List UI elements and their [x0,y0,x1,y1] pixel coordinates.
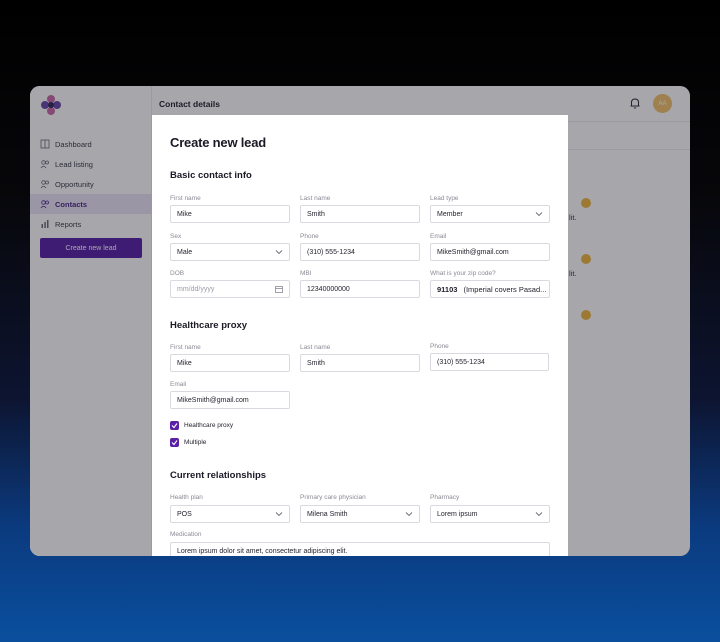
chevron-down-icon [275,512,283,517]
field-value: Mike [177,210,192,218]
check-icon [171,423,178,429]
last-name-label: Last name [300,195,331,202]
field-value: Mike [177,359,192,367]
proxy-first-name-input[interactable]: Mike [170,354,290,372]
field-value: (310) 555-1234 [437,358,485,366]
chevron-down-icon [405,512,413,517]
zip-input[interactable]: 91103 (Imperial covers Pasad... [430,280,550,298]
email-label: Email [430,233,447,240]
zip-note: (Imperial covers Pasad... [463,284,547,294]
checkbox-checked[interactable] [170,421,179,430]
field-value: MikeSmith@gmail.com [437,248,509,256]
checkbox-label: Healthcare proxy [184,422,234,429]
chevron-down-icon [535,212,543,217]
proxy-email-input[interactable]: MikeSmith@gmail.com [170,391,290,409]
pharmacy-select[interactable]: Lorem ipsum [430,505,550,523]
create-lead-modal: Create new lead Basic contact info First… [152,115,568,556]
phone-label: Phone [300,233,319,240]
first-name-input[interactable]: Mike [170,205,290,223]
chevron-down-icon [275,250,283,255]
dob-input[interactable]: mm/dd/yyyy [170,280,290,298]
proxy-email-label: Email [170,381,187,388]
field-value: Member [437,210,463,218]
section-title-basic: Basic contact info [170,170,252,181]
lead-type-select[interactable]: Member [430,205,550,223]
modal-title: Create new lead [170,135,266,150]
multiple-checkbox[interactable]: Multiple [170,438,206,447]
field-value: Smith [307,210,325,218]
check-icon [171,440,178,446]
checkbox-checked[interactable] [170,438,179,447]
field-value: 12340000000 [307,285,350,293]
pharmacy-label: Pharmacy [430,494,460,501]
zip-label: What is your zip code? [430,270,496,277]
proxy-phone-input[interactable]: (310) 555-1234 [430,353,549,371]
sex-select[interactable]: Male [170,243,290,261]
medication-label: Medication [170,531,202,538]
chevron-down-icon [535,512,543,517]
calendar-icon[interactable] [275,285,283,293]
field-value: Smith [307,359,325,367]
field-value: (310) 555-1234 [307,248,355,256]
dob-label: DOB [170,270,185,277]
medication-textarea[interactable]: Lorem ipsum dolor sit amet, consectetur … [170,542,550,556]
sex-label: Sex [170,233,182,240]
field-value: Male [177,248,193,256]
proxy-first-name-label: First name [170,344,201,351]
lead-type-label: Lead type [430,195,459,202]
first-name-label: First name [170,195,201,202]
proxy-last-name-label: Last name [300,344,331,351]
proxy-phone-label: Phone [430,343,449,350]
field-value: MikeSmith@gmail.com [177,396,249,404]
field-placeholder: mm/dd/yyyy [177,285,215,293]
section-title-proxy: Healthcare proxy [170,320,248,331]
mbi-label: MBI [300,270,312,277]
section-title-relationships: Current relationships [170,470,267,481]
health-plan-label: Health plan [170,494,203,501]
last-name-input[interactable]: Smith [300,205,420,223]
zip-code: 91103 [437,284,458,294]
field-value: Lorem ipsum [437,510,478,518]
email-input[interactable]: MikeSmith@gmail.com [430,243,550,261]
field-value: Lorem ipsum dolor sit amet, consectetur … [177,548,348,555]
field-value: POS [177,510,192,518]
health-plan-select[interactable]: POS [170,505,290,523]
pcp-select[interactable]: Milena Smith [300,505,420,523]
field-value: Milena Smith [307,510,348,518]
checkbox-label: Multiple [184,439,207,446]
phone-input[interactable]: (310) 555-1234 [300,243,420,261]
healthcare-proxy-checkbox[interactable]: Healthcare proxy [170,421,233,430]
pcp-label: Primary care physician [300,494,366,501]
zip-value: 91103 (Imperial covers Pasad... [437,285,549,294]
mbi-input[interactable]: 12340000000 [300,280,420,298]
proxy-last-name-input[interactable]: Smith [300,354,420,372]
